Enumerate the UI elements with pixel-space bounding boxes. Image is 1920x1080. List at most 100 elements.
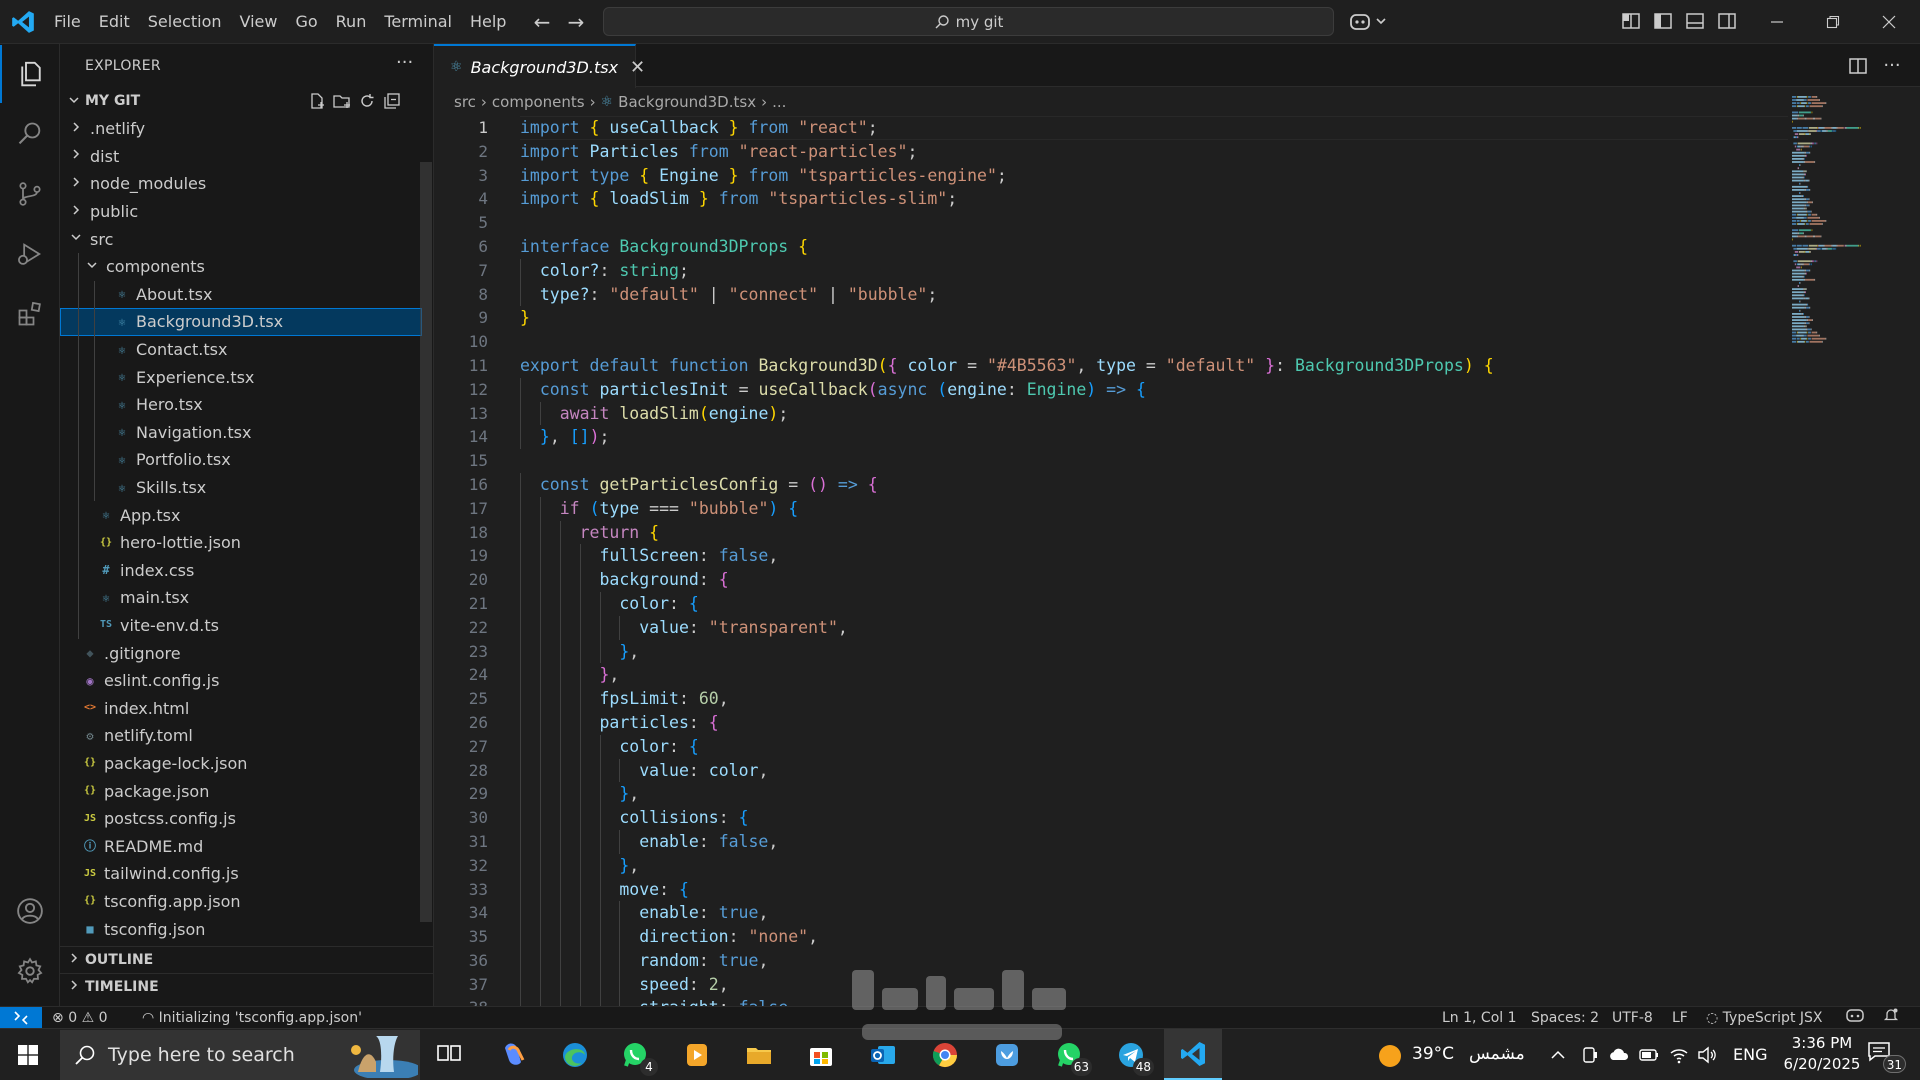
cursor-position[interactable]: Ln 1, Col 1 <box>1442 1007 1517 1029</box>
explorer-more-actions-icon[interactable]: ··· <box>396 52 413 73</box>
wifi-icon[interactable] <box>1668 1045 1690 1065</box>
refresh-icon[interactable] <box>357 91 377 111</box>
menu-go[interactable]: Go <box>286 0 326 44</box>
tree-file-row[interactable]: ◆ .gitignore <box>60 639 422 667</box>
taskbar-app-bluesky[interactable] <box>978 1029 1036 1080</box>
taskbar-app-task-view[interactable] <box>420 1029 478 1080</box>
tree-file-row[interactable]: ◉ eslint.config.js <box>60 667 422 695</box>
search-activity-button[interactable] <box>0 105 60 163</box>
source-control-activity-button[interactable] <box>0 165 60 223</box>
tree-folder-row[interactable]: dist <box>60 143 422 171</box>
tree-folder-row[interactable]: components <box>60 252 422 281</box>
show-hidden-icons-chevron-icon[interactable] <box>1548 1045 1568 1065</box>
toggle-secondary-sidebar-icon[interactable] <box>1716 10 1738 32</box>
code-editor[interactable]: 1 import { useCallback } from "react"; 2 im… <box>434 116 1920 1006</box>
taskbar-app-telegram[interactable]: 48 <box>1102 1029 1160 1080</box>
tree-file-row[interactable]: TS vite-env.d.ts <box>60 611 422 640</box>
tree-file-row[interactable]: ⚛ Skills.tsx <box>60 473 422 502</box>
end-of-line[interactable]: LF <box>1672 1007 1688 1029</box>
tree-file-row[interactable]: ⚛ Contact.tsx <box>60 335 422 364</box>
taskbar-app-microsoft-store[interactable] <box>792 1029 850 1080</box>
tree-file-row[interactable]: {} hero-lottie.json <box>60 528 422 557</box>
task-progress[interactable]: ◠ Initializing 'tsconfig.app.json' <box>142 1007 362 1029</box>
clock[interactable]: 3:36 PM 6/20/2025 <box>1772 1033 1872 1077</box>
breadcrumb-item[interactable]: ... <box>772 93 786 111</box>
new-file-icon[interactable] <box>307 91 327 111</box>
taskbar-app-whatsapp[interactable]: 4 <box>606 1029 664 1080</box>
problems-indicator[interactable]: ⊗ 0 ⚠ 0 <box>52 1007 108 1029</box>
notification-center-button[interactable]: 31 <box>1866 1039 1906 1073</box>
taskbar-app-edge[interactable] <box>546 1029 604 1080</box>
tree-file-row[interactable]: ⚛ App.tsx <box>60 501 422 529</box>
tree-folder-row[interactable]: .netlify <box>60 115 422 143</box>
taskbar-app-media-player[interactable] <box>668 1029 726 1080</box>
input-language-indicator[interactable]: ENG <box>1733 1045 1767 1064</box>
remote-indicator-button[interactable] <box>0 1007 42 1029</box>
weather-widget[interactable]: 39°C مشمس <box>1375 1029 1525 1080</box>
start-button[interactable] <box>0 1029 56 1080</box>
forward-arrow-icon[interactable]: → <box>562 8 590 36</box>
menu-view[interactable]: View <box>231 0 287 44</box>
tree-file-row[interactable]: ■ tsconfig.json <box>60 915 422 943</box>
breadcrumb-item[interactable]: Background3D.tsx <box>618 93 756 111</box>
tree-file-row[interactable]: ⚛ About.tsx <box>60 280 422 309</box>
collapse-all-icon[interactable] <box>382 91 402 111</box>
close-window-button[interactable] <box>1861 0 1917 44</box>
tree-file-row[interactable]: {} package.json <box>60 777 422 805</box>
tree-file-row[interactable]: ⓘ README.md <box>60 832 422 860</box>
minimize-button[interactable] <box>1749 0 1805 44</box>
close-tab-icon[interactable]: ✕ <box>630 57 645 78</box>
menu-file[interactable]: File <box>45 0 90 44</box>
taskbar-search-box[interactable]: Type here to search <box>60 1030 420 1080</box>
menu-run[interactable]: Run <box>327 0 376 44</box>
menu-selection[interactable]: Selection <box>139 0 231 44</box>
workspace-root-header[interactable]: MY GIT <box>60 88 434 114</box>
meet-now-icon[interactable] <box>1580 1045 1600 1065</box>
copilot-icon[interactable] <box>1347 9 1391 35</box>
timeline-section-header[interactable]: TIMELINE <box>60 973 434 1000</box>
taskbar-app-whatsapp-2[interactable]: 63 <box>1040 1029 1098 1080</box>
taskbar-app-outlook[interactable] <box>854 1029 912 1080</box>
new-folder-icon[interactable] <box>332 91 352 111</box>
menu-edit[interactable]: Edit <box>90 0 139 44</box>
restore-button[interactable] <box>1805 0 1861 44</box>
tree-file-row[interactable]: JS postcss.config.js <box>60 805 422 833</box>
breadcrumb-item[interactable]: components <box>492 93 585 111</box>
encoding[interactable]: UTF-8 <box>1612 1007 1653 1029</box>
toggle-panel-icon[interactable] <box>1684 10 1706 32</box>
notifications-bell-icon[interactable] <box>1883 1007 1899 1029</box>
manage-activity-button[interactable] <box>0 942 60 1000</box>
sidebar-scrollbar[interactable] <box>420 162 432 922</box>
onedrive-cloud-icon[interactable] <box>1608 1045 1630 1065</box>
toggle-primary-sidebar-icon[interactable] <box>1652 10 1674 32</box>
editor-more-actions-icon[interactable]: ··· <box>1881 55 1903 77</box>
back-arrow-icon[interactable]: ← <box>528 8 556 36</box>
indentation[interactable]: Spaces: 2 <box>1531 1007 1599 1029</box>
tree-file-row[interactable]: ⚛ Experience.tsx <box>60 363 422 391</box>
menu-terminal[interactable]: Terminal <box>375 0 461 44</box>
split-editor-icon[interactable] <box>1847 55 1869 77</box>
tree-file-row[interactable]: ⚛ Background3D.tsx <box>60 308 422 336</box>
tree-file-row[interactable]: <> index.html <box>60 694 422 722</box>
tree-folder-row[interactable]: node_modules <box>60 170 422 198</box>
customize-layout-icon[interactable] <box>1620 10 1642 32</box>
language-mode[interactable]: ◌ TypeScript JSX <box>1706 1007 1823 1029</box>
explorer-activity-button[interactable] <box>0 45 60 103</box>
tree-file-row[interactable]: JS tailwind.config.js <box>60 860 422 888</box>
tree-file-row[interactable]: ⚛ Hero.tsx <box>60 390 422 419</box>
tree-file-row[interactable]: # index.css <box>60 556 422 585</box>
accounts-activity-button[interactable] <box>0 882 60 940</box>
tree-file-row[interactable]: {} package-lock.json <box>60 750 422 778</box>
tree-file-row[interactable]: ⚛ main.tsx <box>60 584 422 612</box>
tree-folder-row[interactable]: src <box>60 225 422 253</box>
tree-file-row[interactable]: ⚛ Portfolio.tsx <box>60 446 422 474</box>
tree-file-row[interactable]: ⚛ Navigation.tsx <box>60 418 422 447</box>
taskbar-app-file-explorer[interactable] <box>730 1029 788 1080</box>
tree-folder-row[interactable]: public <box>60 198 422 226</box>
extensions-activity-button[interactable] <box>0 285 60 343</box>
run-debug-activity-button[interactable] <box>0 225 60 283</box>
copilot-status-icon[interactable] <box>1845 1007 1865 1029</box>
outline-section-header[interactable]: OUTLINE <box>60 946 434 973</box>
volume-icon[interactable] <box>1696 1045 1718 1065</box>
taskbar-app-chrome[interactable] <box>916 1029 974 1080</box>
